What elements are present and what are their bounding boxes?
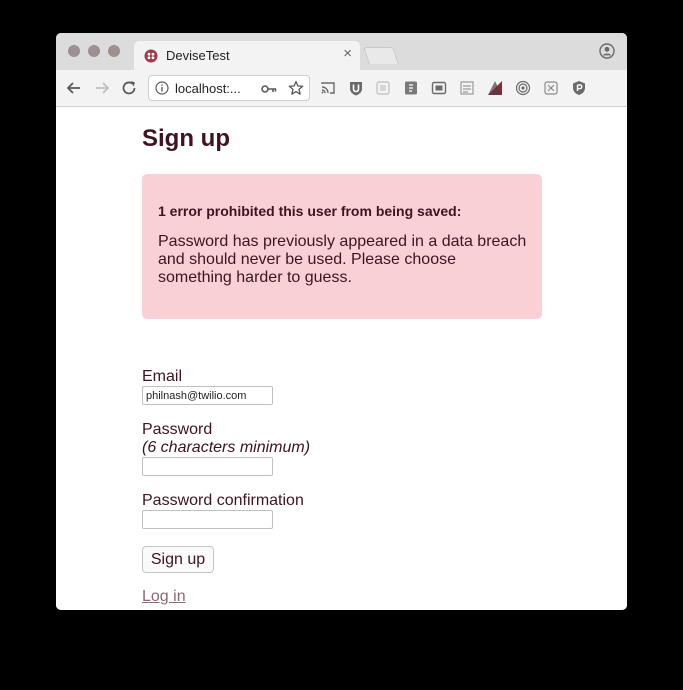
new-tab-button[interactable] (363, 47, 399, 64)
error-explanation: 1 error prohibited this user from being … (142, 174, 542, 319)
browser-tab[interactable]: DeviseTest × (134, 41, 360, 70)
palette-icon[interactable] (487, 80, 503, 96)
extension-icon[interactable] (543, 80, 559, 96)
password-label: Password (142, 421, 213, 438)
back-icon[interactable] (64, 78, 84, 98)
zoom-window-button[interactable] (108, 45, 120, 57)
screenshot-icon[interactable] (431, 80, 447, 96)
error-message: Password has previously appeared in a da… (158, 233, 527, 286)
minimize-window-button[interactable] (88, 45, 100, 57)
fingerprint-icon[interactable] (515, 80, 531, 96)
reload-icon[interactable] (119, 78, 139, 98)
page-title: Sign up (142, 125, 230, 152)
browser-window: DeviseTest × localhost:... Sign up 1 err… (56, 33, 627, 610)
extension-icon[interactable] (375, 80, 391, 96)
password-confirmation-field[interactable] (142, 510, 273, 529)
password-confirmation-label: Password confirmation (142, 492, 304, 509)
shield-icon[interactable] (571, 80, 587, 96)
forward-icon[interactable] (92, 78, 112, 98)
password-hint: (6 characters minimum) (142, 439, 311, 456)
key-icon[interactable] (261, 82, 277, 96)
extension-icon[interactable] (459, 80, 475, 96)
tab-close-icon[interactable]: × (343, 46, 352, 62)
cast-icon[interactable] (320, 80, 336, 96)
title-bar: DeviseTest × (56, 33, 627, 70)
address-text: localhost:... (175, 81, 241, 96)
tab-title: DeviseTest (166, 48, 230, 63)
profile-icon[interactable] (599, 43, 615, 59)
password-field[interactable] (142, 457, 273, 476)
email-field[interactable] (142, 386, 273, 405)
page-content: Sign up 1 error prohibited this user fro… (56, 107, 627, 610)
ublock-icon[interactable] (348, 80, 364, 96)
log-in-link[interactable]: Log in (142, 588, 186, 606)
sign-up-button[interactable]: Sign up (142, 546, 214, 573)
email-label: Email (142, 368, 183, 385)
close-window-button[interactable] (68, 45, 80, 57)
favicon-icon (144, 49, 158, 63)
address-bar[interactable]: localhost:... (148, 75, 310, 101)
bookmark-star-icon[interactable] (288, 80, 304, 96)
bookmarklet-icon[interactable] (403, 80, 419, 96)
error-heading: 1 error prohibited this user from being … (158, 203, 462, 219)
info-icon[interactable] (155, 81, 169, 95)
browser-toolbar: localhost:... (56, 70, 627, 107)
